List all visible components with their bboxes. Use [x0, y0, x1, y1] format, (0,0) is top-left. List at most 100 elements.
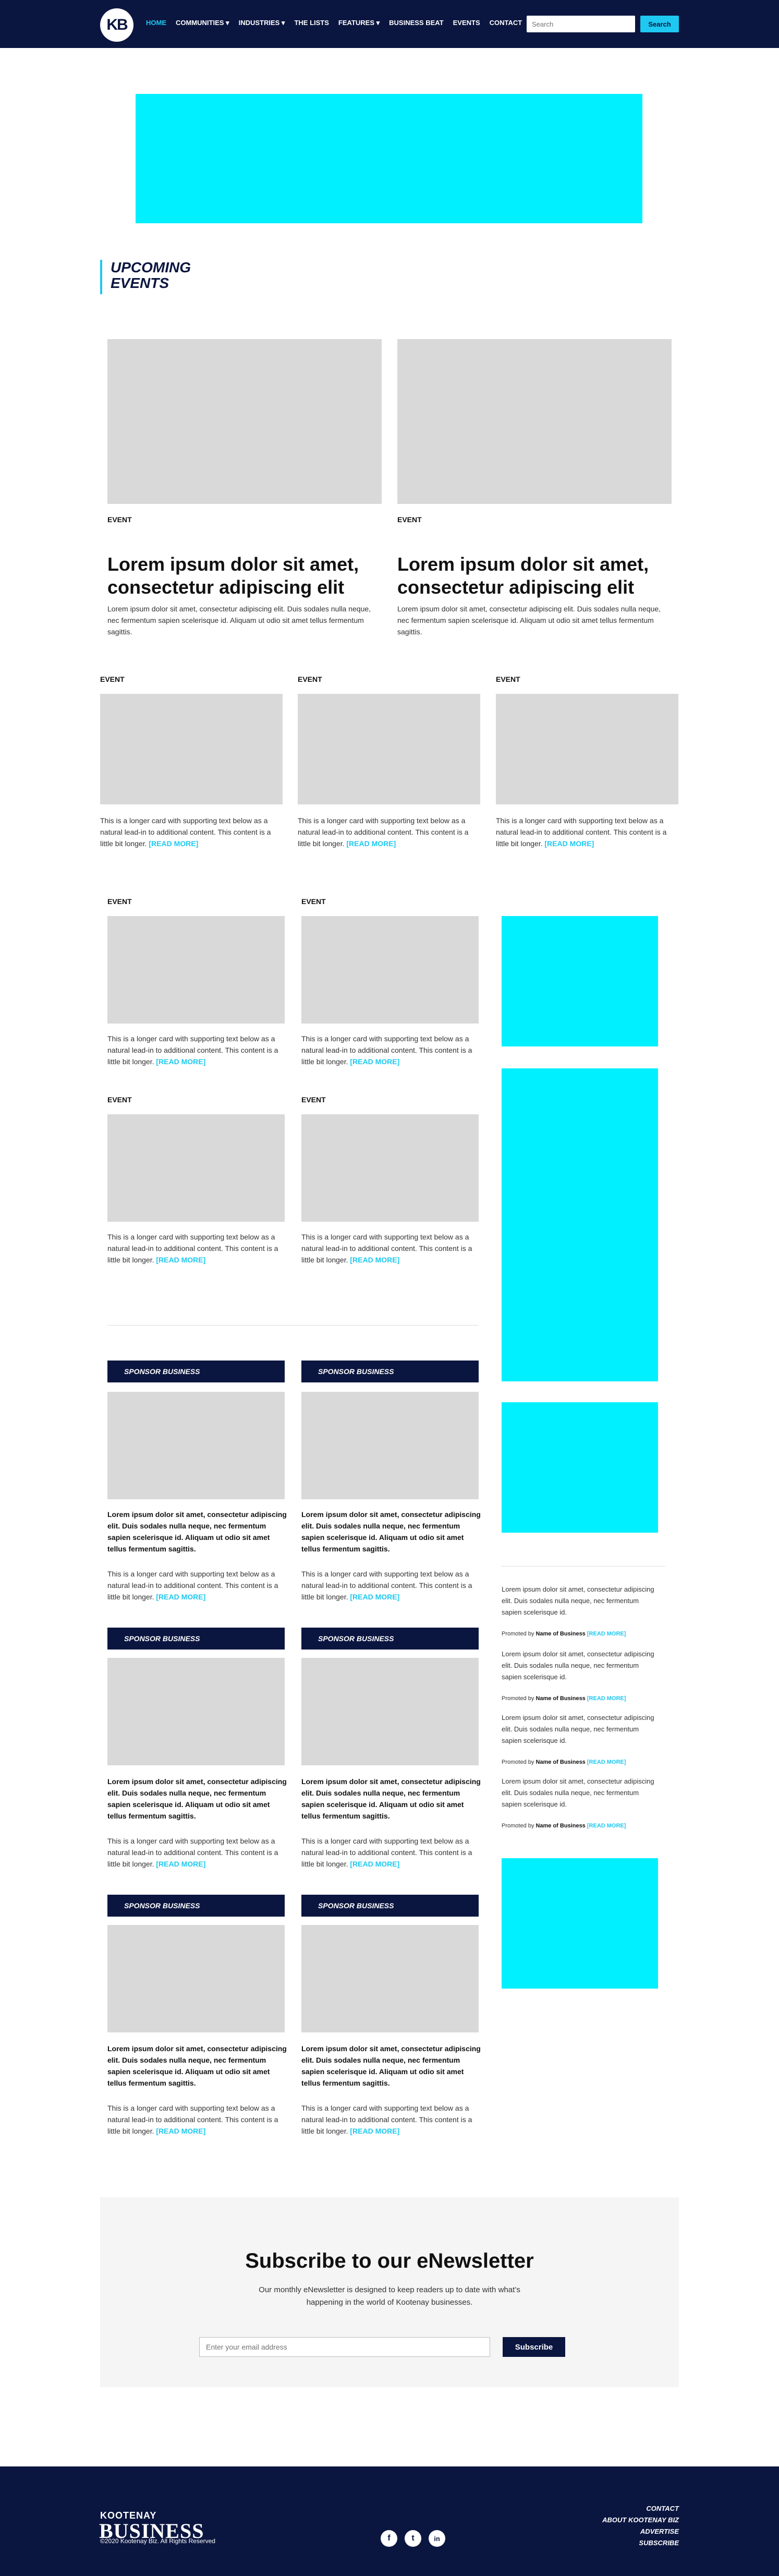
read-more-link[interactable]: [READ MORE]: [587, 1631, 626, 1637]
featured-event-title[interactable]: Lorem ipsum dolor sit amet, consectetur …: [397, 553, 674, 599]
sponsor-image[interactable]: [301, 1925, 479, 2032]
top-ad-banner[interactable]: [136, 94, 642, 223]
event-image[interactable]: [107, 1114, 285, 1222]
email-field[interactable]: [199, 2337, 490, 2357]
site-footer: KOOTENAY BUSINESS ©2020 Kootenay Biz. Al…: [0, 2466, 779, 2576]
read-more-link[interactable]: [READ MORE]: [149, 839, 198, 848]
read-more-link[interactable]: [READ MORE]: [156, 2127, 205, 2135]
nav-features[interactable]: FEATURES ▾: [338, 19, 380, 27]
read-more-link[interactable]: [READ MORE]: [156, 1057, 205, 1066]
promoted-text: Lorem ipsum dolor sit amet, consectetur …: [502, 1714, 654, 1744]
footer-link-advertise[interactable]: ADVERTISE: [602, 2526, 679, 2537]
nav-industries[interactable]: INDUSTRIES ▾: [239, 19, 285, 27]
featured-event-image[interactable]: [397, 339, 672, 504]
linkedin-icon[interactable]: in: [429, 2530, 445, 2547]
divider: [502, 1566, 665, 1567]
event-card-text: This is a longer card with supporting te…: [301, 1233, 472, 1264]
promoted-text: Lorem ipsum dolor sit amet, consectetur …: [502, 1585, 654, 1616]
read-more-link[interactable]: [READ MORE]: [350, 1593, 399, 1601]
read-more-link[interactable]: [READ MORE]: [350, 1057, 399, 1066]
footer-link-subscribe[interactable]: SUBSCRIBE: [602, 2537, 679, 2549]
event-label: EVENT: [301, 897, 326, 906]
promoted-line: Promoted by Name of Business [READ MORE]: [502, 1631, 626, 1637]
sponsor-title[interactable]: Lorem ipsum dolor sit amet, consectetur …: [107, 1776, 288, 1822]
site-logo[interactable]: KB: [100, 8, 133, 42]
event-label: EVENT: [107, 515, 132, 524]
read-more-link[interactable]: [READ MORE]: [346, 839, 396, 848]
sponsor-card-text: This is a longer card with supporting te…: [107, 2104, 278, 2135]
read-more-link[interactable]: [READ MORE]: [156, 1593, 205, 1601]
newsletter-section: Subscribe to our eNewsletter Our monthly…: [100, 2197, 679, 2387]
sponsor-card-text: This is a longer card with supporting te…: [301, 1570, 472, 1601]
section-title: UPCOMING EVENTS: [100, 260, 191, 294]
event-label: EVENT: [301, 1096, 326, 1104]
sponsor-card-text: This is a longer card with supporting te…: [107, 1570, 278, 1601]
read-more-link[interactable]: [READ MORE]: [156, 1860, 205, 1868]
read-more-link[interactable]: [READ MORE]: [350, 2127, 399, 2135]
featured-event-image[interactable]: [107, 339, 382, 504]
event-image[interactable]: [298, 694, 480, 804]
featured-event-title[interactable]: Lorem ipsum dolor sit amet, consectetur …: [107, 553, 384, 599]
event-image[interactable]: [301, 1114, 479, 1222]
sponsor-title[interactable]: Lorem ipsum dolor sit amet, consectetur …: [107, 1509, 288, 1555]
event-label: EVENT: [107, 897, 132, 906]
subscribe-button[interactable]: Subscribe: [503, 2337, 565, 2357]
sponsor-label: SPONSOR BUSINESS: [301, 1628, 479, 1650]
read-more-link[interactable]: [READ MORE]: [156, 1256, 205, 1264]
nav-the-lists[interactable]: THE LISTS: [294, 19, 328, 27]
sponsor-image[interactable]: [301, 1392, 479, 1499]
sponsor-label: SPONSOR BUSINESS: [107, 1628, 285, 1650]
sponsor-title[interactable]: Lorem ipsum dolor sit amet, consectetur …: [301, 1776, 482, 1822]
sponsor-card-text: This is a longer card with supporting te…: [107, 1837, 278, 1868]
event-card-text: This is a longer card with supporting te…: [496, 816, 667, 848]
sponsor-title[interactable]: Lorem ipsum dolor sit amet, consectetur …: [301, 1509, 482, 1555]
facebook-icon[interactable]: f: [381, 2530, 397, 2547]
sponsor-label: SPONSOR BUSINESS: [301, 1361, 479, 1382]
sidebar-ad[interactable]: [502, 916, 658, 1046]
sponsor-title[interactable]: Lorem ipsum dolor sit amet, consectetur …: [107, 2043, 288, 2089]
sponsor-image[interactable]: [107, 1392, 285, 1499]
divider: [107, 1325, 479, 1326]
event-label: EVENT: [397, 515, 422, 524]
sponsor-image[interactable]: [301, 1658, 479, 1765]
twitter-icon[interactable]: t: [405, 2530, 421, 2547]
event-image[interactable]: [496, 694, 678, 804]
nav-contact[interactable]: CONTACT: [490, 19, 522, 27]
sidebar-ad[interactable]: [502, 1858, 658, 1989]
nav-communities[interactable]: COMMUNITIES ▾: [176, 19, 229, 27]
event-image[interactable]: [301, 916, 479, 1024]
event-label: EVENT: [107, 1096, 132, 1104]
sponsor-image[interactable]: [107, 1925, 285, 2032]
promoted-text: Lorem ipsum dolor sit amet, consectetur …: [502, 1777, 654, 1808]
read-more-link[interactable]: [READ MORE]: [350, 1256, 399, 1264]
read-more-link[interactable]: [READ MORE]: [587, 1759, 626, 1765]
event-card-text: This is a longer card with supporting te…: [298, 816, 469, 848]
sponsor-label: SPONSOR BUSINESS: [107, 1895, 285, 1917]
sponsor-title[interactable]: Lorem ipsum dolor sit amet, consectetur …: [301, 2043, 482, 2089]
read-more-link[interactable]: [READ MORE]: [544, 839, 594, 848]
read-more-link[interactable]: [READ MORE]: [350, 1860, 399, 1868]
event-card-text: This is a longer card with supporting te…: [107, 1233, 278, 1264]
nav-business-beat[interactable]: BUSINESS BEAT: [389, 19, 444, 27]
event-image[interactable]: [100, 694, 283, 804]
copyright: ©2020 Kootenay Biz. All Rights Reserved: [100, 2537, 215, 2545]
nav-events[interactable]: EVENTS: [453, 19, 480, 27]
sidebar-ad[interactable]: [502, 1402, 658, 1533]
search-input[interactable]: [527, 16, 635, 32]
read-more-link[interactable]: [READ MORE]: [587, 1695, 626, 1702]
footer-link-about[interactable]: ABOUT KOOTENAY BIZ: [602, 2514, 679, 2526]
featured-event-text: Lorem ipsum dolor sit amet, consectetur …: [397, 605, 661, 636]
sponsor-label: SPONSOR BUSINESS: [301, 1895, 479, 1917]
footer-link-contact[interactable]: CONTACT: [602, 2503, 679, 2514]
sponsor-card-text: This is a longer card with supporting te…: [301, 1837, 472, 1868]
promoted-text: Lorem ipsum dolor sit amet, consectetur …: [502, 1650, 654, 1681]
sponsor-image[interactable]: [107, 1658, 285, 1765]
newsletter-title: Subscribe to our eNewsletter: [245, 2249, 534, 2272]
sidebar-ad-tall[interactable]: [502, 1068, 658, 1381]
event-card-text: This is a longer card with supporting te…: [100, 816, 271, 848]
event-image[interactable]: [107, 916, 285, 1024]
promoted-line: Promoted by Name of Business [READ MORE]: [502, 1695, 626, 1702]
read-more-link[interactable]: [READ MORE]: [587, 1823, 626, 1829]
nav-home[interactable]: HOME: [146, 19, 166, 27]
search-button[interactable]: Search: [640, 16, 679, 32]
